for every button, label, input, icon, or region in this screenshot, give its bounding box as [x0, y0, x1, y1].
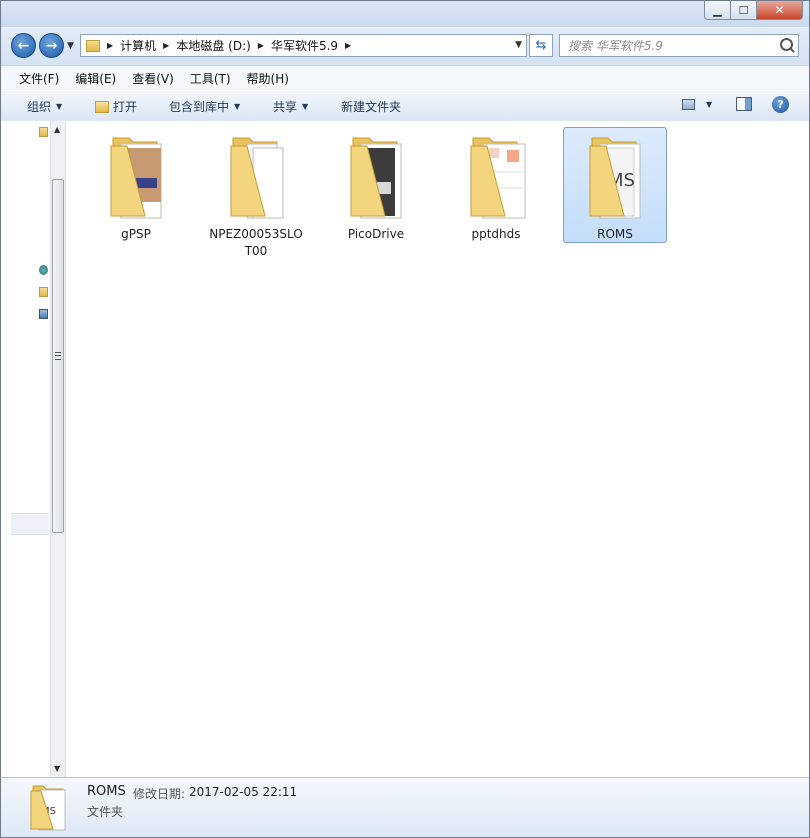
folder-item-picodrive[interactable]: PicoDrive [324, 127, 428, 243]
folder-item-gpsp[interactable]: gPSP [84, 127, 188, 243]
folder-icon [110, 137, 162, 219]
folder-name: gPSP [121, 227, 151, 241]
open-label: 打开 [113, 100, 138, 114]
folder-name: NPEZ00053SLOT00 [209, 227, 303, 258]
address-row: ← → ▼ ▶ 计算机 ▶ 本地磁盘 (D:) ▶ 华军软件5.9 ▶ ▼ ⇆ [1, 27, 809, 65]
window-controls: ▁ ☐ ✕ [704, 1, 803, 20]
chevron-right-icon[interactable]: ▶ [345, 41, 351, 50]
breadcrumb-local-disk[interactable]: 本地磁盘 (D:) [176, 37, 250, 54]
minimize-icon: ▁ [713, 3, 722, 17]
dropdown-arrow-icon: ▼ [234, 102, 241, 111]
open-folder-icon [95, 100, 109, 113]
menu-view[interactable]: 查看(V) [132, 70, 174, 87]
file-list[interactable]: gPSP NPEZ00053SLOT00 PicoDrive pptdhds M… [66, 121, 809, 777]
details-modified-label: 修改日期: [133, 787, 186, 801]
chevron-right-icon[interactable]: ▶ [107, 41, 113, 50]
folder-item-npez00053slot00[interactable]: NPEZ00053SLOT00 [204, 127, 308, 258]
change-view-icon[interactable] [682, 99, 695, 110]
address-dropdown-icon[interactable]: ▼ [515, 40, 522, 50]
include-in-library-label: 包含到库中 [169, 100, 230, 114]
recent-pages-dropdown[interactable]: ▼ [67, 41, 74, 51]
scroll-up-icon[interactable]: ▲ [54, 125, 60, 134]
breadcrumb-current-folder[interactable]: 华军软件5.9 [271, 37, 338, 54]
forward-button[interactable]: → [39, 33, 64, 58]
explorer-window: ▁ ☐ ✕ ← → ▼ ▶ 计算机 ▶ 本地磁盘 (D:) ▶ 华军软件5.9 … [0, 0, 810, 838]
arrow-left-icon: ← [17, 37, 30, 54]
folder-icon [470, 137, 526, 219]
menu-edit[interactable]: 编辑(E) [75, 70, 116, 87]
libraries-icon[interactable] [39, 287, 48, 297]
navigation-pane[interactable] [1, 121, 50, 777]
details-name: ROMS [87, 784, 126, 799]
nav-selected-item[interactable] [11, 513, 49, 535]
back-button[interactable]: ← [11, 33, 36, 58]
menu-tools[interactable]: 工具(T) [190, 70, 231, 87]
new-folder-button[interactable]: 新建文件夹 [341, 98, 401, 115]
chevron-right-icon[interactable]: ▶ [163, 41, 169, 50]
share-label: 共享 [273, 100, 298, 114]
menu-bar: 文件(F) 编辑(E) 查看(V) 工具(T) 帮助(H) [1, 65, 809, 90]
navigation-scrollbar[interactable]: ▲ ▼ [50, 121, 66, 777]
folder-item-pptdhds[interactable]: pptdhds [444, 127, 548, 243]
search-input[interactable] [568, 36, 778, 55]
new-folder-label: 新建文件夹 [341, 100, 402, 114]
share-button[interactable]: 共享 ▼ [273, 98, 308, 115]
folder-icon: MS [30, 785, 66, 831]
details-pane: MS ROMS 修改日期: 2017-02-05 22:11 文件夹 [1, 777, 809, 837]
details-type: 文件夹 [87, 805, 124, 819]
folder-name: PicoDrive [347, 227, 405, 241]
preview-pane-icon[interactable] [736, 97, 752, 111]
search-icon[interactable] [780, 38, 793, 51]
command-bar: 组织 ▼ 打开 包含到库中 ▼ 共享 ▼ 新建文件夹 ▼ ? [1, 90, 809, 122]
folder-name: ROMS [597, 227, 633, 241]
title-bar[interactable]: ▁ ☐ ✕ [1, 1, 809, 27]
refresh-button[interactable]: ⇆ [529, 34, 553, 57]
folder-item-roms[interactable]: MS ROMS [563, 127, 667, 243]
maximize-button[interactable]: ☐ [731, 1, 757, 20]
folder-icon [86, 39, 100, 52]
computer-icon[interactable] [39, 309, 48, 319]
grip-icon [55, 352, 61, 360]
address-bar[interactable]: ▶ 计算机 ▶ 本地磁盘 (D:) ▶ 华军软件5.9 ▶ ▼ [80, 34, 527, 57]
scroll-down-icon[interactable]: ▼ [54, 764, 60, 773]
help-icon[interactable]: ? [772, 96, 789, 113]
network-icon[interactable] [39, 265, 48, 275]
include-in-library-button[interactable]: 包含到库中 ▼ [169, 98, 240, 115]
refresh-icon: ⇆ [535, 38, 547, 53]
breadcrumb-computer[interactable]: 计算机 [120, 37, 156, 54]
close-icon: ✕ [774, 3, 785, 17]
scrollbar-thumb[interactable] [52, 179, 64, 533]
menu-help[interactable]: 帮助(H) [247, 70, 289, 87]
dropdown-arrow-icon: ▼ [302, 102, 309, 111]
folder-icon [350, 137, 402, 219]
close-button[interactable]: ✕ [757, 1, 803, 20]
dropdown-arrow-icon: ▼ [56, 102, 63, 111]
folder-icon: MS [589, 137, 641, 219]
favorites-icon[interactable] [39, 127, 48, 137]
folder-icon [230, 137, 284, 219]
organize-label: 组织 [27, 100, 52, 114]
view-dropdown-icon[interactable]: ▼ [706, 100, 712, 109]
chevron-right-icon[interactable]: ▶ [258, 41, 264, 50]
minimize-button[interactable]: ▁ [704, 1, 731, 20]
organize-button[interactable]: 组织 ▼ [27, 98, 62, 115]
maximize-icon: ☐ [738, 3, 749, 17]
folder-name: pptdhds [471, 227, 521, 241]
details-modified-value: 2017-02-05 22:11 [189, 785, 298, 799]
arrow-right-icon: → [45, 37, 58, 54]
open-button[interactable]: 打开 [95, 98, 137, 115]
menu-file[interactable]: 文件(F) [19, 70, 59, 87]
search-box[interactable] [559, 34, 799, 57]
